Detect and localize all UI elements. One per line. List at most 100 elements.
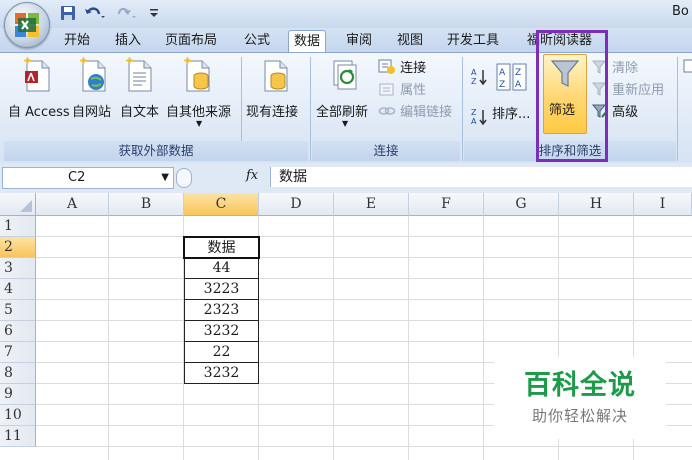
office-button[interactable] xyxy=(4,2,50,48)
svg-text:Z: Z xyxy=(471,108,477,117)
tab-review[interactable]: 审阅 xyxy=(346,31,372,51)
sort-descending-button[interactable]: ZA xyxy=(470,107,490,127)
row-header-10[interactable]: 10 xyxy=(0,405,36,426)
cell-c6[interactable]: 3232 xyxy=(184,321,259,342)
undo-icon[interactable] xyxy=(82,3,108,23)
svg-text:Z: Z xyxy=(515,68,521,78)
data-tools-icon xyxy=(683,59,692,73)
gridline xyxy=(36,446,692,447)
column-header-d[interactable]: D xyxy=(259,193,334,216)
group-label-external-data: 获取外部数据 xyxy=(4,141,308,161)
cell-c5[interactable]: 2323 xyxy=(184,300,259,321)
column-header-b[interactable]: B xyxy=(109,193,184,216)
tab-home[interactable]: 开始 xyxy=(64,31,90,51)
other-sources-icon xyxy=(184,57,210,92)
watermark-subtitle: 助你轻松解决 xyxy=(531,407,628,425)
svg-text:Z: Z xyxy=(499,80,505,90)
cell-c4[interactable]: 3223 xyxy=(184,279,259,300)
dropdown-arrow-icon: ▼ xyxy=(196,119,203,128)
customize-qat-icon[interactable] xyxy=(146,3,162,23)
row-header-2[interactable]: 2 xyxy=(0,237,36,258)
tab-insert[interactable]: 插入 xyxy=(115,31,141,51)
row-header-1[interactable]: 1 xyxy=(0,216,36,237)
ribbon-separator xyxy=(677,57,678,161)
reapply-label: 重新应用 xyxy=(612,83,665,98)
tab-formulas[interactable]: 公式 xyxy=(244,31,270,51)
save-icon[interactable] xyxy=(58,3,78,23)
column-header-h[interactable]: H xyxy=(559,193,634,216)
title-bar: Bo xyxy=(0,0,692,28)
row-header-8[interactable]: 8 xyxy=(0,363,36,384)
edit-links-button[interactable]: 编辑链接 xyxy=(378,103,452,123)
refresh-icon xyxy=(333,60,357,90)
name-box[interactable]: C2 ▼ xyxy=(2,167,174,189)
sort-ascending-button[interactable]: AZ xyxy=(470,67,490,87)
sort-ascending-icon: AZ xyxy=(471,68,487,86)
column-header-i[interactable]: I xyxy=(634,193,692,216)
column-header-f[interactable]: F xyxy=(409,193,484,216)
from-access-label: 自 Access xyxy=(8,105,70,120)
select-all-corner[interactable] xyxy=(0,193,36,216)
clear-filter-label: 清除 xyxy=(612,61,639,76)
tab-page-layout[interactable]: 页面布局 xyxy=(165,31,217,51)
row-header-5[interactable]: 5 xyxy=(0,300,36,321)
existing-connections-label: 现有连接 xyxy=(246,105,299,120)
watermark: 百科全说 助你轻松解决 xyxy=(494,357,666,439)
formula-input[interactable]: 数据 xyxy=(270,167,692,187)
properties-label: 属性 xyxy=(400,83,427,98)
svg-text:A: A xyxy=(471,117,477,126)
column-header-g[interactable]: G xyxy=(484,193,559,216)
tab-data[interactable]: 数据 xyxy=(288,30,327,53)
watermark-title: 百科全说 xyxy=(524,370,636,401)
gridline xyxy=(36,236,692,237)
existing-connections-icon xyxy=(264,60,288,92)
formula-bar: C2 ▼ fx 数据 xyxy=(0,163,692,194)
access-file-icon xyxy=(24,57,50,92)
from-other-sources-label: 自其他来源 xyxy=(166,105,232,120)
row-header-11[interactable]: 11 xyxy=(0,426,36,447)
office-logo-icon xyxy=(15,13,39,37)
advanced-filter-label: 高级 xyxy=(612,105,639,120)
gridline xyxy=(36,299,692,300)
connections-icon xyxy=(378,59,395,74)
name-box-value: C2 xyxy=(68,170,86,185)
sort-dialog-icon: A ZZ A xyxy=(496,63,527,91)
ribbon-separator xyxy=(462,57,463,161)
row-header-4[interactable]: 4 xyxy=(0,279,36,300)
svg-text:A: A xyxy=(471,68,477,77)
select-all-triangle-icon xyxy=(20,200,32,212)
column-header-a[interactable]: A xyxy=(36,193,109,216)
column-header-c[interactable]: C xyxy=(184,193,259,216)
filter-highlight-box xyxy=(536,30,608,162)
data-tools-button[interactable] xyxy=(683,59,692,79)
row-header-7[interactable]: 7 xyxy=(0,342,36,363)
insert-function-icon[interactable]: fx xyxy=(246,168,258,183)
row-header-9[interactable]: 9 xyxy=(0,384,36,405)
formula-bar-expand-handle[interactable] xyxy=(176,168,192,188)
name-box-dropdown-icon[interactable]: ▼ xyxy=(161,168,169,188)
tab-view[interactable]: 视图 xyxy=(397,31,423,51)
from-web-label: 自网站 xyxy=(72,105,112,120)
properties-button[interactable]: 属性 xyxy=(378,81,426,101)
column-header-e[interactable]: E xyxy=(334,193,409,216)
svg-text:A: A xyxy=(515,80,522,90)
text-file-icon xyxy=(126,57,152,92)
connections-button[interactable]: 连接 xyxy=(378,59,426,79)
properties-icon xyxy=(379,83,394,96)
gridline xyxy=(483,216,484,460)
window-title: Bo xyxy=(672,4,689,19)
row-header-3[interactable]: 3 xyxy=(0,258,36,279)
tab-developer[interactable]: 开发工具 xyxy=(447,31,499,51)
gridline xyxy=(36,257,692,258)
cell-c3[interactable]: 44 xyxy=(184,258,259,279)
gridline xyxy=(333,216,334,460)
sort-descending-icon: ZA xyxy=(471,108,487,126)
redo-icon[interactable] xyxy=(114,3,140,23)
svg-text:A: A xyxy=(499,68,506,78)
connections-label: 连接 xyxy=(400,61,427,76)
cell-c8[interactable]: 3232 xyxy=(184,363,259,384)
cell-c7[interactable]: 22 xyxy=(184,342,259,363)
ribbon-separator xyxy=(310,57,311,161)
row-header-6[interactable]: 6 xyxy=(0,321,36,342)
svg-text:Z: Z xyxy=(471,77,477,86)
